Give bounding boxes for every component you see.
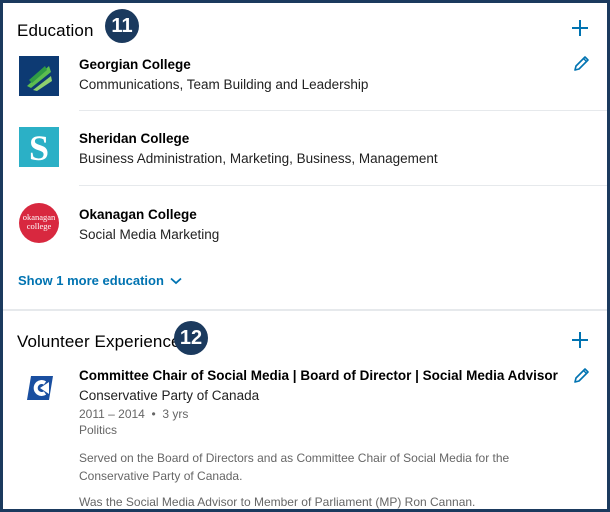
volunteer-description: Served on the Board of Directors and as … [79,451,510,483]
add-volunteer-icon[interactable] [571,331,589,349]
add-education-icon[interactable] [571,19,589,37]
okanagan-logo-text-2: college [27,221,52,231]
volunteer-cause: Politics [79,423,118,437]
chevron-down-icon [170,277,182,284]
school-fields: Social Media Marketing [79,227,220,242]
school-name[interactable]: Sheridan College [79,131,189,146]
sheridan-college-logo: S [19,127,59,167]
volunteer-title: Volunteer Experience [17,332,181,351]
education-item[interactable]: okanagan college Okanagan College Social… [3,201,607,251]
entry-divider [79,185,607,186]
conservative-party-logo [27,376,53,400]
profile-panel: Education 11 Georgian College Communicat… [3,3,607,509]
education-badge: 11 [105,9,139,43]
education-section: Education 11 Georgian College Communicat… [3,3,607,309]
volunteer-duration: 3 yrs [162,407,189,421]
school-name[interactable]: Georgian College [79,57,191,72]
volunteer-section: Volunteer Experience 12 Committee Chair … [3,311,607,509]
school-fields: Business Administration, Marketing, Busi… [79,151,438,166]
volunteer-organization: Conservative Party of Canada [79,388,260,403]
edit-volunteer-icon[interactable] [572,367,590,385]
entry-divider [79,110,607,111]
edit-education-icon[interactable] [572,55,590,73]
volunteer-dates-row: 2011 – 2014 • 3 yrs [79,407,188,421]
svg-text:S: S [29,128,49,167]
school-fields: Communications, Team Building and Leader… [79,77,369,92]
show-more-education-button[interactable]: Show 1 more education [18,273,182,288]
show-more-label[interactable]: Show 1 more education [18,273,164,288]
volunteer-badge: 12 [174,321,208,355]
education-item[interactable]: Georgian College Communications, Team Bu… [3,53,607,111]
volunteer-dates: 2011 – 2014 [79,407,145,421]
education-item[interactable]: S Sheridan College Business Administrati… [3,127,607,186]
school-name[interactable]: Okanagan College [79,207,197,222]
okanagan-college-logo: okanagan college [19,203,59,243]
education-title: Education [17,21,94,40]
volunteer-role[interactable]: Committee Chair of Social Media | Board … [79,368,558,383]
volunteer-description-2: Was the Social Media Advisor to Member o… [79,495,476,509]
volunteer-item[interactable]: Committee Chair of Social Media | Board … [3,365,607,509]
georgian-college-logo [19,56,59,96]
dot-separator: • [148,407,160,421]
